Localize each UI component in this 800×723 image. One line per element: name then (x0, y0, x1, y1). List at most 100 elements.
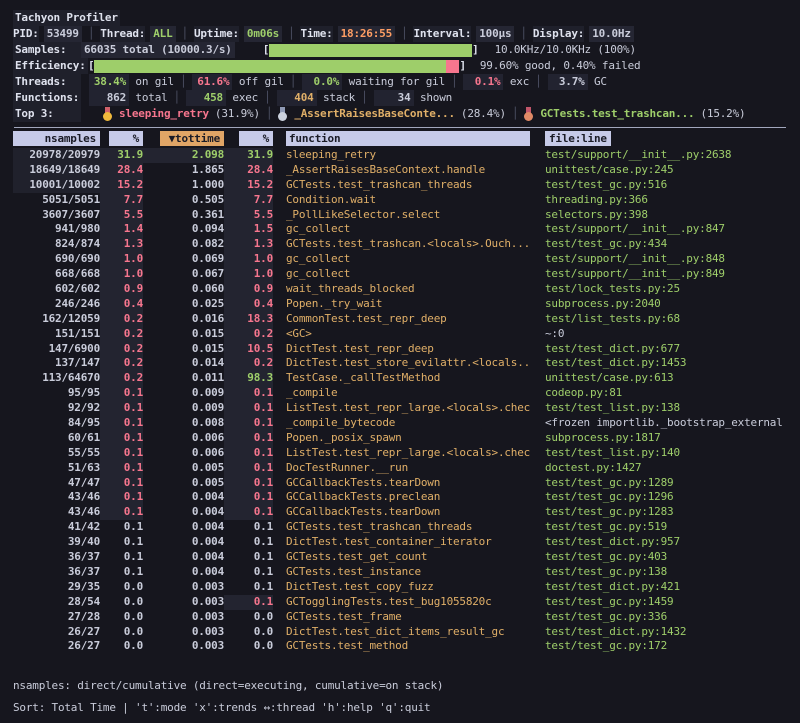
function-name-cell: gc_collect (286, 267, 530, 282)
function-stat-value: 404 (277, 90, 317, 106)
footer-legend: nsamples: direct/cumulative (direct=exec… (13, 675, 787, 697)
file-line-cell: test/test_dict.py:421 (545, 580, 787, 595)
cumulative-percent-cell: 0.2 (224, 356, 273, 371)
nsamples-cell: 26/27 (13, 639, 100, 654)
table-row[interactable]: 36/37 0.1 0.004 0.1 GCTests.test_get_cou… (13, 550, 787, 565)
cumulative-percent-cell: 0.0 (224, 625, 273, 640)
file-line-cell: test/test_gc.py:172 (545, 639, 787, 654)
table-row[interactable]: 29/35 0.0 0.003 0.1 DictTest.test_copy_f… (13, 580, 787, 595)
direct-percent-cell: 5.5 (100, 208, 143, 223)
file-line-cell: test/test_gc.py:336 (545, 610, 787, 625)
table-row[interactable]: 137/147 0.2 0.014 0.2 DictTest.test_stor… (13, 356, 787, 371)
table-row[interactable]: 41/42 0.1 0.004 0.1 GCTests.test_trashca… (13, 520, 787, 535)
direct-percent-cell: 15.2 (100, 178, 143, 193)
table-row[interactable]: 941/980 1.4 0.094 1.5 gc_collect test/su… (13, 222, 787, 237)
tottime-cell: 0.004 (143, 550, 224, 565)
tottime-cell: 0.005 (143, 476, 224, 491)
table-row[interactable]: 602/602 0.9 0.060 0.9 wait_threads_block… (13, 282, 787, 297)
table-row[interactable]: 43/46 0.1 0.004 0.1 GCCallbackTests.tear… (13, 505, 787, 520)
nsamples-cell: 60/61 (13, 431, 100, 446)
tottime-cell: 0.082 (143, 237, 224, 252)
table-row[interactable]: 55/55 0.1 0.006 0.1 ListTest.test_repr_l… (13, 446, 787, 461)
medal-icon (103, 107, 112, 121)
thread-stat: 0.1% exc (463, 74, 529, 90)
table-row[interactable]: 151/151 0.2 0.015 0.2 <GC> ~:0 (13, 327, 787, 342)
function-name-cell: Popen._try_wait (286, 297, 530, 312)
column-header-tottime-sorted[interactable]: ▼tottime (143, 131, 224, 148)
direct-percent-cell: 0.0 (100, 610, 143, 625)
table-row[interactable]: 668/668 1.0 0.067 1.0 gc_collect test/su… (13, 267, 787, 282)
footer: nsamples: direct/cumulative (direct=exec… (13, 675, 787, 719)
file-line-cell: doctest.py:1427 (545, 461, 787, 476)
threads-line: Threads: 38.4% on gil │ 61.6% off gil │ … (13, 74, 787, 90)
table-row[interactable]: 20978/20979 31.9 2.098 31.9 sleeping_ret… (13, 148, 787, 163)
table-row[interactable]: 147/6900 0.2 0.015 10.5 DictTest.test_re… (13, 342, 787, 357)
function-name-cell: GCCallbackTests.preclean (286, 490, 530, 505)
functions-line: Functions: 862 total │ 458 exec │ 404 st… (13, 90, 787, 106)
nsamples-cell: 690/690 (13, 252, 100, 267)
function-name-cell: DictTest.test_store_evilattr.<locals... (286, 356, 530, 371)
table-row[interactable]: 5051/5051 7.7 0.505 7.7 Condition.wait t… (13, 193, 787, 208)
direct-percent-cell: 0.1 (100, 565, 143, 580)
efficiency-line: Efficiency: [ ] 99.60% good, 0.40% faile… (13, 58, 787, 74)
table-row[interactable]: 27/28 0.0 0.003 0.0 GCTests.test_frame t… (13, 610, 787, 625)
info-item: PID: 53499 │ (13, 26, 100, 42)
thread-stat-text: GC (588, 75, 607, 88)
function-name-cell: wait_threads_blocked (286, 282, 530, 297)
table-row[interactable]: 246/246 0.4 0.025 0.4 Popen._try_wait su… (13, 297, 787, 312)
table-row[interactable]: 47/47 0.1 0.005 0.1 GCCallbackTests.tear… (13, 476, 787, 491)
column-header-cumulative-percent[interactable]: % (224, 131, 273, 148)
direct-percent-cell: 0.1 (100, 520, 143, 535)
footer-keybindings: Sort: Total Time | 't':mode 'x':trends ↔… (13, 697, 787, 719)
column-header-file-line[interactable]: file:line (545, 131, 787, 148)
table-row[interactable]: 51/63 0.1 0.005 0.1 DocTestRunner.__run … (13, 461, 787, 476)
table-row[interactable]: 43/46 0.1 0.004 0.1 GCCallbackTests.prec… (13, 490, 787, 505)
info-label: Interval: (413, 26, 471, 42)
header-divider (14, 127, 786, 128)
tottime-cell: 0.015 (143, 327, 224, 342)
cumulative-percent-cell: 0.1 (224, 416, 273, 431)
table-row[interactable]: 28/54 0.0 0.003 0.1 GCTogglingTests.test… (13, 595, 787, 610)
file-line-cell: threading.py:366 (545, 193, 787, 208)
table-row[interactable]: 60/61 0.1 0.006 0.1 Popen._posix_spawn s… (13, 431, 787, 446)
table-row[interactable]: 36/37 0.1 0.004 0.1 GCTests.test_instanc… (13, 565, 787, 580)
tottime-cell: 0.003 (143, 580, 224, 595)
table-row[interactable]: 95/95 0.1 0.009 0.1 _compile codeop.py:8… (13, 386, 787, 401)
separator: │ (395, 26, 413, 42)
cumulative-percent-cell: 1.3 (224, 237, 273, 252)
function-name-cell: _compile_bytecode (286, 416, 530, 431)
table-row[interactable]: 10001/10002 15.2 1.000 15.2 GCTests.test… (13, 178, 787, 193)
table-row[interactable]: 3607/3607 5.5 0.361 5.5 _PollLikeSelecto… (13, 208, 787, 223)
nsamples-cell: 151/151 (13, 327, 100, 342)
thread-stat-value: 61.6% (192, 74, 232, 90)
column-header-nsamples[interactable]: nsamples (13, 131, 100, 148)
table-row[interactable]: 92/92 0.1 0.009 0.1 ListTest.test_repr_l… (13, 401, 787, 416)
direct-percent-cell: 28.4 (100, 163, 143, 178)
file-line-cell: test/test_gc.py:434 (545, 237, 787, 252)
separator: │ (282, 26, 300, 42)
cumulative-percent-cell: 0.9 (224, 282, 273, 297)
table-row[interactable]: 690/690 1.0 0.069 1.0 gc_collect test/su… (13, 252, 787, 267)
table-row[interactable]: 26/27 0.0 0.003 0.0 DictTest.test_dict_i… (13, 625, 787, 640)
direct-percent-cell: 0.0 (100, 639, 143, 654)
direct-percent-cell: 0.1 (100, 476, 143, 491)
table-row[interactable]: 824/874 1.3 0.082 1.3 GCTests.test_trash… (13, 237, 787, 252)
cumulative-percent-cell: 0.1 (224, 580, 273, 595)
table-row[interactable]: 84/95 0.1 0.008 0.1 _compile_bytecode <f… (13, 416, 787, 431)
table-row[interactable]: 26/27 0.0 0.003 0.0 GCTests.test_method … (13, 639, 787, 654)
efficiency-bar-close: ] (459, 58, 465, 74)
nsamples-cell: 28/54 (13, 595, 100, 610)
tottime-cell: 0.003 (143, 610, 224, 625)
tottime-cell: 0.094 (143, 222, 224, 237)
column-header-function[interactable]: function (286, 131, 530, 148)
separator: │ (168, 90, 186, 106)
table-row[interactable]: 18649/18649 28.4 1.865 28.4 _AssertRaise… (13, 163, 787, 178)
table-header: nsamples % ▼tottime % function file:line (13, 131, 787, 148)
table-row[interactable]: 113/64670 0.2 0.011 98.3 TestCase._callT… (13, 371, 787, 386)
nsamples-cell: 147/6900 (13, 342, 100, 357)
cumulative-percent-cell: 15.2 (224, 178, 273, 193)
direct-percent-cell: 0.1 (100, 446, 143, 461)
column-header-direct-percent[interactable]: % (100, 131, 143, 148)
table-row[interactable]: 162/12059 0.2 0.016 18.3 CommonTest.test… (13, 312, 787, 327)
table-row[interactable]: 39/40 0.1 0.004 0.1 DictTest.test_contai… (13, 535, 787, 550)
